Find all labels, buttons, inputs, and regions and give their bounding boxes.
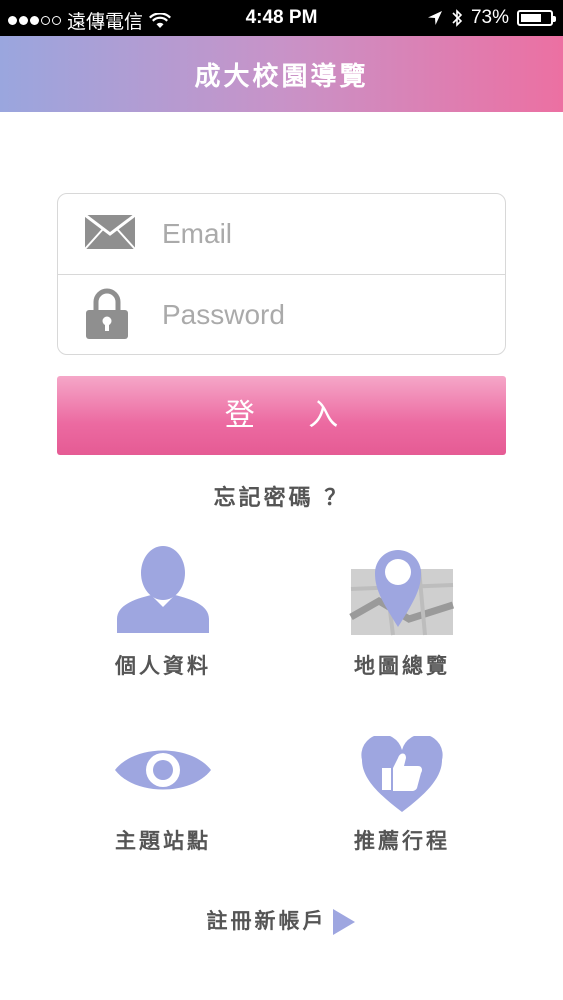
register-link[interactable]: 註冊新帳戶 — [0, 905, 563, 937]
lock-icon — [86, 288, 128, 339]
forgot-password-link[interactable]: 忘記密碼 ？ — [0, 480, 563, 512]
header-bar: 成大校園導覽 — [0, 36, 563, 112]
password-row — [58, 275, 505, 355]
location-arrow-icon — [427, 11, 442, 25]
map-overview-label: 地圖總覽 — [354, 654, 450, 678]
login-form — [57, 193, 506, 355]
battery-icon — [517, 10, 556, 26]
recommended-routes-label: 推薦行程 — [354, 829, 450, 853]
page-title: 成大校園導覽 — [194, 62, 369, 92]
profile-label: 個人資料 — [115, 654, 211, 678]
envelope-icon — [84, 214, 136, 250]
battery-percent: 73% — [470, 7, 509, 28]
status-right: 73% — [427, 7, 556, 29]
email-input[interactable] — [162, 212, 482, 256]
eye-icon — [115, 750, 211, 790]
register-label: 註冊新帳戶 — [206, 909, 327, 933]
person-icon — [117, 546, 209, 633]
battery-level — [521, 14, 541, 22]
login-button[interactable]: 登 入 — [57, 376, 506, 455]
play-arrow-icon — [332, 909, 355, 935]
heart-thumbs-up-icon — [361, 736, 443, 812]
topic-stations-label: 主題站點 — [115, 829, 211, 853]
email-row — [58, 194, 505, 275]
bluetooth-icon — [452, 9, 463, 27]
password-input[interactable] — [162, 293, 482, 337]
map-pin-icon — [349, 550, 455, 636]
status-bar: 遠傳電信 4:48 PM 73% — [0, 0, 563, 36]
